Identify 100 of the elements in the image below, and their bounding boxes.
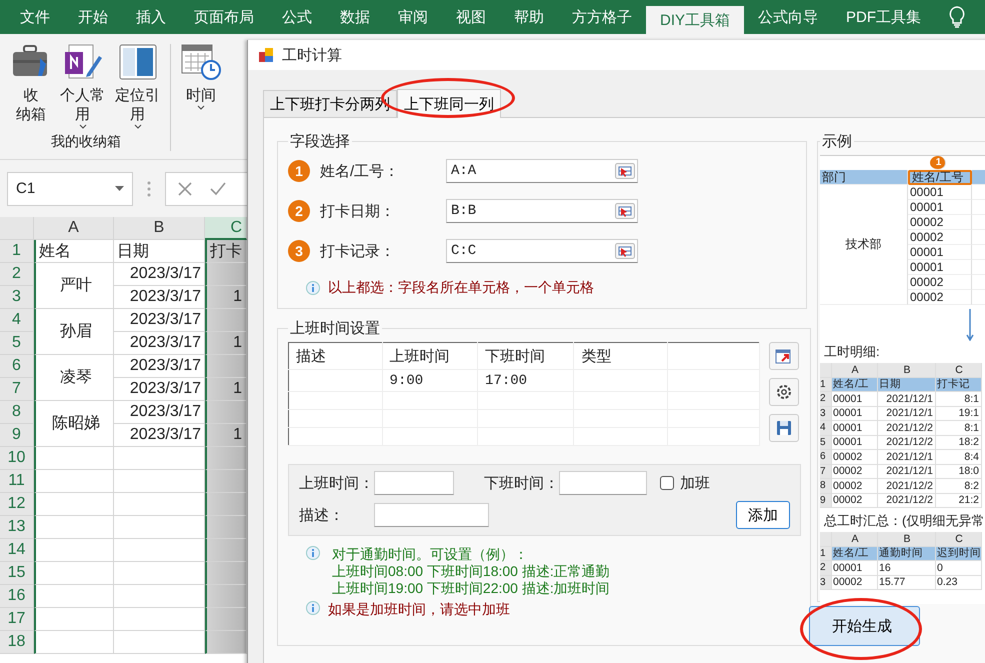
- export-button[interactable]: [769, 342, 799, 370]
- ribbon-tab[interactable]: 方方格子: [558, 0, 646, 34]
- column-header: B: [878, 532, 936, 546]
- table-cell: 8:2: [936, 479, 982, 494]
- input-field[interactable]: B:B: [446, 199, 638, 223]
- column-header: 类型: [574, 342, 668, 370]
- add-button[interactable]: 添加: [736, 501, 790, 529]
- table-cell: 2023/3/17: [114, 309, 205, 332]
- row-header[interactable]: 13: [0, 516, 34, 539]
- row-header[interactable]: 4: [0, 309, 34, 332]
- row-header[interactable]: 11: [0, 470, 34, 493]
- ribbon-tab[interactable]: 公式向导: [744, 0, 832, 34]
- row-header[interactable]: 14: [0, 539, 34, 562]
- info-icon: [306, 601, 320, 615]
- range-picker-icon[interactable]: [615, 203, 635, 219]
- row-header: 9: [820, 494, 832, 508]
- end-time-field[interactable]: [559, 471, 647, 495]
- ribbon-tab[interactable]: 视图: [442, 0, 500, 34]
- row-header[interactable]: 9: [0, 424, 34, 447]
- table-cell: 0: [936, 561, 982, 576]
- ribbon-tab[interactable]: 数据: [326, 0, 384, 34]
- row-header[interactable]: 5: [0, 332, 34, 355]
- table-cell: [205, 608, 247, 631]
- table-cell: 2023/3/17: [114, 332, 205, 355]
- range-picker-icon[interactable]: [615, 243, 635, 259]
- cancel-icon[interactable]: [178, 182, 192, 196]
- panel-icon: [118, 44, 156, 80]
- row-header: 2: [820, 392, 832, 406]
- table-cell: 2023/3/17: [114, 378, 205, 401]
- header-cell: 部门: [820, 170, 908, 185]
- ribbon-button[interactable]: 收 纳箱: [8, 44, 54, 133]
- settings-button[interactable]: [769, 378, 799, 406]
- caret-icon: [197, 105, 205, 111]
- check-icon[interactable]: [210, 182, 226, 196]
- row-header[interactable]: 10: [0, 447, 34, 470]
- ribbon-tab[interactable]: 开始: [64, 0, 122, 34]
- row-header[interactable]: 6: [0, 355, 34, 378]
- table-cell: 凌琴: [34, 355, 114, 401]
- save-button[interactable]: [769, 414, 799, 442]
- step-number: 1: [930, 156, 946, 170]
- ribbon-tab[interactable]: 插入: [122, 0, 180, 34]
- header-cell: 姓名/工号: [908, 170, 972, 185]
- table-cell: 技术部: [820, 185, 908, 305]
- column-header[interactable]: A: [34, 217, 114, 240]
- row-header[interactable]: 8: [0, 401, 34, 424]
- ribbon-tab[interactable]: 页面布局: [180, 0, 268, 34]
- table-cell: 2021/12/2: [878, 436, 936, 450]
- ribbon-tab[interactable]: PDF工具集: [832, 0, 936, 34]
- overtime-checkbox[interactable]: [660, 476, 674, 490]
- name-box[interactable]: C1: [7, 172, 133, 206]
- row-header[interactable]: 17: [0, 608, 34, 631]
- ribbon-button[interactable]: 时间: [177, 44, 225, 151]
- header-cell: 通勤时间: [878, 546, 936, 561]
- group-label: 我的收纳箱: [51, 133, 121, 151]
- table-cell: [205, 401, 247, 424]
- table-cell: 姓名: [34, 240, 114, 263]
- table-cell: [205, 493, 247, 516]
- caret-icon: [78, 124, 86, 130]
- table-cell: 2023/3/17: [114, 424, 205, 447]
- column-header[interactable]: C: [205, 217, 247, 240]
- ribbon-button[interactable]: 个人常 用: [56, 44, 109, 133]
- table-cell: 00002: [908, 230, 972, 245]
- ribbon-tab[interactable]: 文件: [6, 0, 64, 34]
- description-field[interactable]: [374, 503, 489, 527]
- table-cell: 21:2: [936, 494, 982, 508]
- example-text: 上班时间08:00 下班时间18:00 描述:正常通勤: [331, 563, 611, 579]
- row-header[interactable]: 7: [0, 378, 34, 401]
- step-number: 1: [288, 160, 310, 182]
- calendar-clock-icon: [181, 44, 221, 80]
- table-cell: 1: [205, 378, 247, 401]
- lightbulb-icon[interactable]: [949, 6, 966, 28]
- table-cell: [205, 562, 247, 585]
- row-header[interactable]: 15: [0, 562, 34, 585]
- ribbon-tab[interactable]: 审阅: [384, 0, 442, 34]
- ribbon-button[interactable]: 定位引 用: [111, 44, 164, 133]
- table-cell: 00001: [832, 406, 878, 421]
- range-picker-icon[interactable]: [615, 163, 635, 179]
- row-header[interactable]: 1: [0, 240, 34, 263]
- column-header[interactable]: B: [114, 217, 205, 240]
- start-time-field[interactable]: [374, 471, 454, 495]
- row-header[interactable]: 16: [0, 585, 34, 608]
- row-header[interactable]: 12: [0, 493, 34, 516]
- table-cell: 2021/12/2: [878, 494, 936, 508]
- down-arrow-icon: [966, 309, 974, 341]
- field-label: 姓名/工号：: [320, 162, 400, 180]
- input-field[interactable]: A:A: [446, 159, 638, 183]
- generate-button[interactable]: 开始生成: [809, 606, 920, 646]
- ribbon-tab[interactable]: DIY工具箱: [646, 6, 744, 34]
- input-field[interactable]: C:C: [446, 239, 638, 263]
- table-cell: 18:2: [936, 436, 982, 450]
- table-cell: 8:1: [936, 421, 982, 436]
- table-cell: 打卡: [205, 240, 247, 263]
- field-label: 描述：: [299, 506, 345, 524]
- row-header[interactable]: 18: [0, 631, 34, 654]
- ribbon-tab[interactable]: 帮助: [500, 0, 558, 34]
- ribbon-tab[interactable]: 公式: [268, 0, 326, 34]
- row-header[interactable]: 2: [0, 263, 34, 286]
- field-label: 下班时间：: [484, 474, 559, 492]
- dialog-tab[interactable]: 上下班同一列: [397, 89, 501, 118]
- row-header[interactable]: 3: [0, 286, 34, 309]
